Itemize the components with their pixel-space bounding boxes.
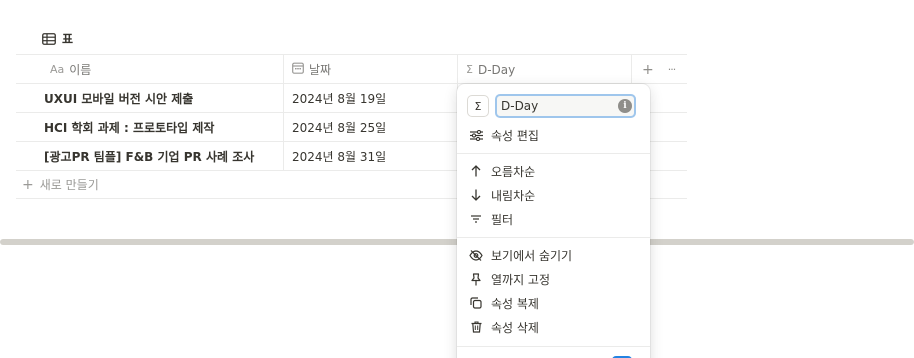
column-header-label: 날짜 — [309, 63, 332, 77]
filter-icon — [469, 214, 483, 224]
formula-icon: Σ — [466, 63, 473, 76]
row-date[interactable]: 2024년 8월 31일 — [283, 142, 457, 170]
arrow-up-icon — [469, 165, 483, 177]
menu-item-filter[interactable]: 필터 — [463, 207, 644, 231]
table-header-row: Aa 이름 날짜 Σ D-Day + ··· — [16, 54, 687, 84]
menu-item-sort-descending[interactable]: 내림차순 — [463, 183, 644, 207]
menu-item-label: 필터 — [491, 212, 514, 227]
column-header-actions: + ··· — [631, 55, 687, 84]
menu-item-edit-property[interactable]: 속성 편집 — [463, 123, 644, 147]
menu-item-label: 내림차순 — [491, 188, 536, 203]
property-menu: Σ i 속성 편집 오름차순 내림차순 필터 보기에서 숨기기 — [457, 84, 650, 358]
plus-icon: + — [22, 176, 34, 193]
more-options-button[interactable]: ··· — [668, 63, 676, 76]
property-name-field: i — [495, 94, 636, 118]
property-name-row: Σ i — [467, 94, 636, 118]
menu-separator — [457, 153, 650, 154]
row-date[interactable]: 2024년 8월 19일 — [283, 84, 457, 112]
menu-item-label: 보기에서 숨기기 — [491, 248, 573, 263]
menu-item-sort-ascending[interactable]: 오름차순 — [463, 159, 644, 183]
text-property-icon: Aa — [50, 63, 65, 76]
row-title[interactable]: HCI 학회 과제 : 프로토타입 제작 — [36, 113, 283, 141]
sliders-icon — [469, 129, 483, 141]
menu-item-freeze-column[interactable]: 열까지 고정 — [463, 267, 644, 291]
trash-icon — [469, 321, 483, 333]
row-date[interactable]: 2024년 8월 25일 — [283, 113, 457, 141]
column-header-label: 이름 — [69, 63, 92, 77]
column-header-date[interactable]: 날짜 — [283, 55, 457, 84]
menu-item-label: 속성 편집 — [491, 128, 539, 143]
menu-separator — [457, 346, 650, 347]
property-type-button[interactable]: Σ — [467, 95, 489, 117]
info-icon[interactable]: i — [618, 99, 632, 113]
menu-item-hide-in-view[interactable]: 보기에서 숨기기 — [463, 243, 644, 267]
column-header-name[interactable]: Aa 이름 — [42, 55, 283, 84]
menu-item-label: 속성 복제 — [491, 296, 539, 311]
menu-item-label: 속성 삭제 — [491, 320, 539, 335]
menu-item-delete-property[interactable]: 속성 삭제 — [463, 315, 644, 339]
calendar-icon — [292, 62, 304, 77]
property-name-input[interactable] — [495, 94, 636, 118]
new-row-label: 새로 만들기 — [39, 178, 99, 192]
menu-item-label: 열까지 고정 — [491, 272, 551, 287]
row-title[interactable]: UXUI 모바일 버전 시안 제출 — [36, 84, 283, 112]
duplicate-icon — [469, 297, 483, 309]
pin-icon — [469, 272, 483, 286]
menu-item-duplicate-property[interactable]: 속성 복제 — [463, 291, 644, 315]
menu-item-label: 오름차순 — [491, 164, 536, 179]
view-tab-label: 표 — [62, 32, 74, 46]
row-title[interactable]: [광고PR 팀플] F&B 기업 PR 사례 조사 — [36, 142, 283, 170]
column-header-dday[interactable]: Σ D-Day — [457, 55, 631, 84]
table-icon — [42, 32, 56, 45]
eye-off-icon — [469, 249, 483, 261]
menu-separator — [457, 237, 650, 238]
view-tab-table[interactable]: 표 — [42, 30, 73, 47]
add-property-button[interactable]: + — [642, 62, 654, 78]
arrow-down-icon — [469, 189, 483, 201]
column-header-label: D-Day — [477, 62, 516, 77]
